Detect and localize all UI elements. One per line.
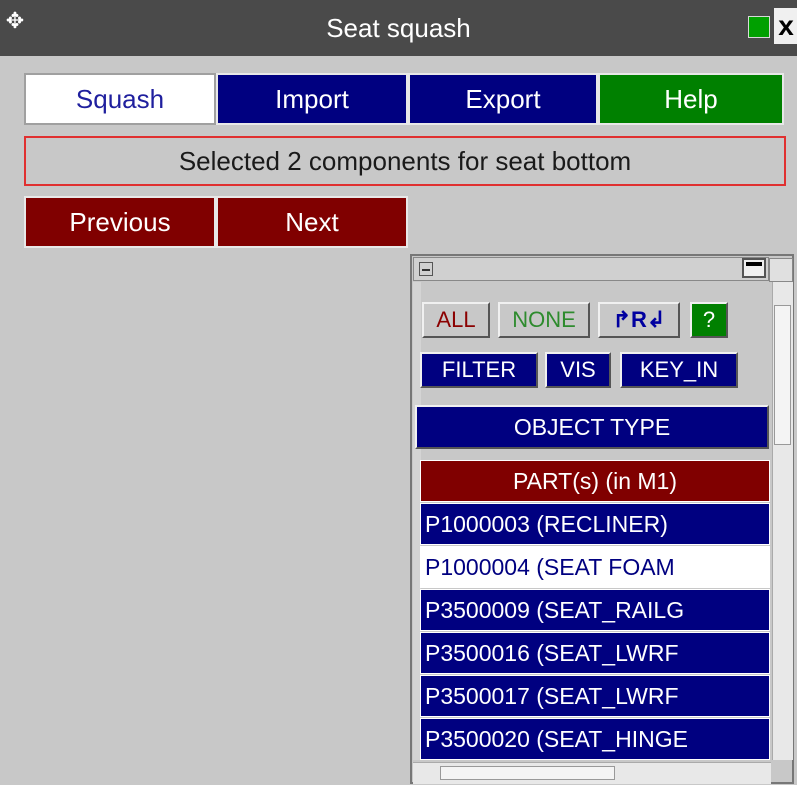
close-icon[interactable]: x	[774, 8, 797, 44]
window-title: Seat squash	[326, 12, 471, 43]
part-list-header[interactable]: PART(s) (in M1)	[420, 460, 770, 502]
object-type-button[interactable]: OBJECT TYPE	[415, 405, 769, 449]
list-item[interactable]: P1000003 (RECLINER)	[420, 503, 770, 545]
help-button[interactable]: ?	[690, 302, 728, 338]
vertical-scroll-thumb[interactable]	[774, 305, 791, 445]
list-item[interactable]: P3500009 (SEAT_RAILG	[420, 589, 770, 631]
move-cross-icon[interactable]: ✥	[4, 10, 26, 32]
tab-import[interactable]: Import	[216, 73, 408, 125]
filter-button[interactable]: FILTER	[420, 352, 538, 388]
maximize-icon[interactable]	[742, 258, 766, 278]
list-item[interactable]: P1000004 (SEAT FOAM	[420, 546, 770, 588]
tab-help[interactable]: Help	[598, 73, 784, 125]
resize-corner-icon[interactable]	[769, 258, 793, 282]
minimize-icon[interactable]	[419, 262, 433, 276]
previous-button[interactable]: Previous	[24, 196, 216, 248]
list-item[interactable]: P3500020 (SEAT_HINGE	[420, 718, 770, 760]
list-item[interactable]: P3500016 (SEAT_LWRF	[420, 632, 770, 674]
reverse-selection-button[interactable]: ↱ R ↲	[598, 302, 680, 338]
tab-squash[interactable]: Squash	[24, 73, 216, 125]
next-button[interactable]: Next	[216, 196, 408, 248]
vis-button[interactable]: VIS	[545, 352, 611, 388]
select-all-button[interactable]: ALL	[422, 302, 490, 338]
select-none-button[interactable]: NONE	[498, 302, 590, 338]
status-message: Selected 2 components for seat bottom	[24, 136, 786, 186]
reverse-arrow-left-icon: ↱	[612, 307, 632, 332]
list-item[interactable]: P3500017 (SEAT_LWRF	[420, 675, 770, 717]
key-in-button[interactable]: KEY_IN	[620, 352, 738, 388]
panel-titlebar[interactable]	[413, 257, 769, 281]
window-status-indicator	[748, 16, 770, 38]
window-titlebar[interactable]: Seat squash	[0, 0, 797, 56]
reverse-arrow-right-icon: ↲	[646, 307, 666, 332]
horizontal-scroll-thumb[interactable]	[440, 766, 615, 780]
tab-export[interactable]: Export	[408, 73, 598, 125]
